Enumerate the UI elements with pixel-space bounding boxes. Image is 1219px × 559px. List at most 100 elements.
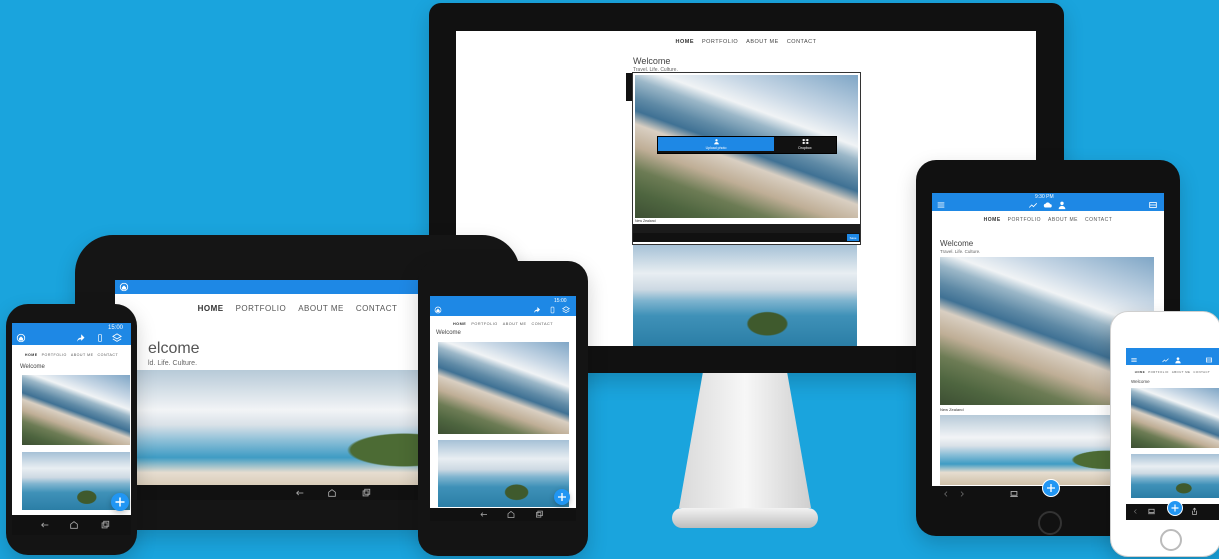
nav-about[interactable]: ABOUT ME xyxy=(503,322,527,326)
home-icon[interactable] xyxy=(434,306,442,314)
iphone-image-1 xyxy=(1131,388,1219,448)
layers-icon[interactable] xyxy=(562,306,570,314)
editor-toolbar-footer xyxy=(633,233,860,242)
editor-side-tools xyxy=(626,73,632,101)
nav-portfolio[interactable]: PORTFOLIO xyxy=(471,322,497,326)
ipad-fab[interactable] xyxy=(1042,479,1060,497)
back-icon[interactable] xyxy=(38,520,52,530)
recents-icon[interactable] xyxy=(359,488,373,498)
chevron-left-icon[interactable] xyxy=(942,489,950,499)
android-small-tablet-nav: HOME PORTFOLIO ABOUT ME CONTACT xyxy=(430,320,576,328)
layers-icon[interactable] xyxy=(112,333,122,343)
android-tablet-title: elcome xyxy=(148,340,200,357)
nav-about[interactable]: ABOUT ME xyxy=(71,353,94,357)
nav-about[interactable]: ABOUT ME xyxy=(1048,217,1078,223)
android-phone-time: 15:00 xyxy=(108,325,124,331)
menu-icon[interactable] xyxy=(936,200,946,210)
cloud-icon[interactable] xyxy=(1043,200,1053,210)
android-phone-left: 15:00 HOME PORTFOLIO ABOUT ME CONTACT We… xyxy=(6,304,137,555)
nav-about[interactable]: ABOUT ME xyxy=(298,304,344,313)
back-icon[interactable] xyxy=(478,510,490,519)
share-square-icon[interactable] xyxy=(1190,507,1199,516)
menu-icon[interactable] xyxy=(1130,356,1138,364)
laptop-icon[interactable] xyxy=(1146,507,1157,516)
editor-save-button[interactable]: Save xyxy=(847,234,859,241)
nav-contact[interactable]: CONTACT xyxy=(1193,370,1210,374)
desktop-image-secondary xyxy=(633,245,857,346)
phone-icon[interactable] xyxy=(549,306,556,314)
iphone-image-2 xyxy=(1131,454,1219,498)
desktop-nav: HOME PORTFOLIO ABOUT ME CONTACT xyxy=(456,37,1036,47)
iphone-device: HOME PORTFOLIO ABOUT ME CONTACT Welcome xyxy=(1110,311,1219,557)
grid-icon[interactable] xyxy=(1148,200,1158,210)
iphone-nav: HOME PORTFOLIO ABOUT ME CONTACT xyxy=(1126,369,1219,375)
nav-home[interactable]: HOME xyxy=(1135,370,1145,374)
share-icon[interactable] xyxy=(77,333,87,343)
nav-home[interactable]: HOME xyxy=(984,217,1001,223)
phone-icon[interactable] xyxy=(96,333,104,343)
nav-portfolio[interactable]: PORTFOLIO xyxy=(1148,370,1169,374)
editor-toolbar xyxy=(633,224,860,233)
iphone-home-button[interactable] xyxy=(1160,529,1182,551)
chart-icon[interactable] xyxy=(1161,356,1170,364)
grid-icon[interactable] xyxy=(1205,356,1213,364)
chart-icon[interactable] xyxy=(1027,200,1039,210)
nav-home[interactable]: HOME xyxy=(453,322,466,326)
nav-home[interactable]: HOME xyxy=(675,39,694,45)
nav-portfolio[interactable]: PORTFOLIO xyxy=(1008,217,1041,223)
android-small-tablet-navbar xyxy=(430,508,576,521)
dropbox-label: Dropbox xyxy=(798,146,812,150)
home-nav-icon[interactable] xyxy=(505,510,517,519)
nav-home[interactable]: HOME xyxy=(25,353,38,357)
android-small-tablet-time: 15:00 xyxy=(554,298,567,304)
android-small-tablet-screen: 15:00 HOME PORTFOLIO ABOUT ME CONTACT We… xyxy=(430,296,576,521)
user-icon xyxy=(713,139,719,145)
user-icon[interactable] xyxy=(1057,200,1067,210)
plus-icon xyxy=(1047,484,1055,492)
dropbox-button[interactable]: Dropbox xyxy=(776,137,834,151)
android-small-tablet-fab[interactable] xyxy=(554,489,570,505)
plus-icon xyxy=(1171,504,1179,512)
android-small-tablet-title: Welcome xyxy=(436,330,461,336)
nav-contact[interactable]: CONTACT xyxy=(98,353,119,357)
nav-contact[interactable]: CONTACT xyxy=(531,322,553,326)
share-icon[interactable] xyxy=(534,306,542,314)
android-small-tablet-image-1 xyxy=(438,342,569,434)
ipad-home-button[interactable] xyxy=(1038,511,1062,535)
nav-contact[interactable]: CONTACT xyxy=(1085,217,1112,223)
nav-contact[interactable]: CONTACT xyxy=(356,304,398,313)
dropbox-icon xyxy=(801,138,809,145)
recents-icon[interactable] xyxy=(98,520,112,530)
android-phone-screen: 15:00 HOME PORTFOLIO ABOUT ME CONTACT We… xyxy=(12,323,131,535)
ipad-nav: HOME PORTFOLIO ABOUT ME CONTACT xyxy=(932,215,1164,225)
android-phone-nav: HOME PORTFOLIO ABOUT ME CONTACT xyxy=(12,351,131,359)
nav-about[interactable]: ABOUT ME xyxy=(1172,370,1191,374)
plus-icon xyxy=(558,493,566,501)
android-phone-fab[interactable] xyxy=(111,493,129,511)
upload-photo-button[interactable]: Upload photo xyxy=(658,137,774,151)
home-icon[interactable] xyxy=(16,333,26,343)
chevron-right-icon[interactable] xyxy=(958,489,966,499)
recents-icon[interactable] xyxy=(533,510,545,519)
android-phone-title: Welcome xyxy=(20,364,45,370)
nav-home[interactable]: HOME xyxy=(198,304,224,313)
back-icon[interactable] xyxy=(293,488,307,498)
home-nav-icon[interactable] xyxy=(325,488,339,498)
plus-icon xyxy=(115,497,125,507)
nav-contact[interactable]: CONTACT xyxy=(787,39,817,45)
user-icon[interactable] xyxy=(1174,356,1182,364)
iphone-fab[interactable] xyxy=(1167,500,1183,516)
ipad-image-1-caption: New Zealand xyxy=(940,407,964,412)
home-icon[interactable] xyxy=(119,282,129,292)
nav-portfolio[interactable]: PORTFOLIO xyxy=(42,353,67,357)
iphone-screen: HOME PORTFOLIO ABOUT ME CONTACT Welcome xyxy=(1126,348,1219,520)
home-nav-icon[interactable] xyxy=(67,520,81,530)
imac-stand xyxy=(672,373,818,533)
nav-portfolio[interactable]: PORTFOLIO xyxy=(702,39,738,45)
nav-about[interactable]: ABOUT ME xyxy=(746,39,779,45)
android-small-tablet: 15:00 HOME PORTFOLIO ABOUT ME CONTACT We… xyxy=(418,261,588,556)
nav-portfolio[interactable]: PORTFOLIO xyxy=(236,304,287,313)
laptop-icon[interactable] xyxy=(1008,489,1020,499)
desktop-editor[interactable]: Upload photo Dropbox New Zealand Save xyxy=(626,72,861,245)
chevron-left-icon[interactable] xyxy=(1132,507,1139,516)
